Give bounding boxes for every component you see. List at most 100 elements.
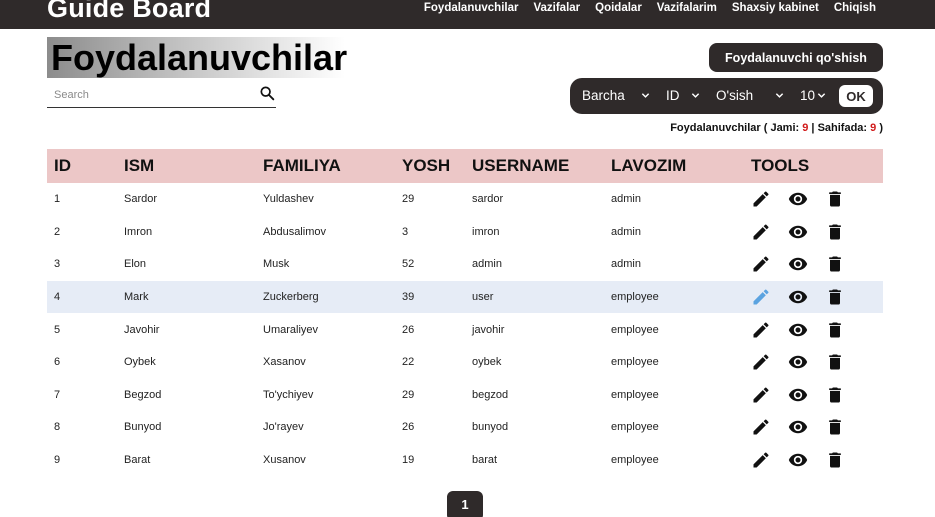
- search-bar: [47, 84, 276, 108]
- eye-icon[interactable]: [788, 417, 808, 437]
- chevron-down-icon: [691, 93, 700, 98]
- table-row[interactable]: 7 Begzod To'ychiyev 29 begzod employee: [47, 379, 883, 412]
- cell-tools: [744, 313, 883, 346]
- row-tools: [751, 320, 883, 340]
- cell-familiya: Xasanov: [263, 356, 306, 369]
- search-icon[interactable]: [259, 85, 275, 101]
- pencil-icon[interactable]: [751, 222, 771, 242]
- eye-icon[interactable]: [788, 287, 808, 307]
- pencil-icon[interactable]: [751, 254, 771, 274]
- pencil-icon[interactable]: [751, 320, 771, 340]
- add-user-button[interactable]: Foydalanuvchi qo'shish: [709, 43, 883, 72]
- pagination-page-button[interactable]: 1: [447, 491, 483, 517]
- users-table-wrap: ID ISM FAMILIYA YOSH USERNAME LAVOZIM TO…: [47, 149, 883, 476]
- ok-button[interactable]: OK: [839, 85, 873, 107]
- row-tools: [751, 450, 883, 470]
- eye-icon[interactable]: [788, 189, 808, 209]
- nav-link-vazifalar[interactable]: Vazifalar: [533, 2, 580, 14]
- role-select-value: Barcha: [582, 88, 625, 103]
- cell-yosh: 22: [402, 356, 415, 369]
- eye-icon[interactable]: [788, 352, 808, 372]
- row-tools: [751, 189, 883, 209]
- cell-ism: Oybek: [124, 356, 156, 369]
- cell-lavozim: admin: [611, 258, 641, 271]
- cell-ism: Barat: [124, 454, 151, 467]
- sort-field-value: ID: [666, 88, 680, 103]
- nav-link-vazifalarim[interactable]: Vazifalarim: [657, 2, 717, 14]
- search-input[interactable]: [47, 86, 247, 104]
- cell-username: imron: [472, 225, 500, 238]
- pencil-icon[interactable]: [751, 352, 771, 372]
- table-row[interactable]: 4 Mark Zuckerberg 39 user employee: [47, 280, 883, 314]
- pencil-icon[interactable]: [751, 189, 771, 209]
- nav-link-qoidalar[interactable]: Qoidalar: [595, 2, 642, 14]
- cell-id: 7: [54, 388, 61, 401]
- cell-yosh: 39: [402, 291, 415, 304]
- page-size-select[interactable]: 10: [800, 88, 830, 104]
- table-row[interactable]: 6 Oybek Xasanov 22 oybek employee: [47, 346, 883, 379]
- trash-icon[interactable]: [825, 385, 845, 405]
- pencil-icon[interactable]: [751, 450, 771, 470]
- eye-icon[interactable]: [788, 222, 808, 242]
- header-username: USERNAME: [472, 156, 570, 175]
- row-tools: [751, 417, 883, 437]
- nav-link-shaxsiy-kabinet[interactable]: Shaxsiy kabinet: [732, 2, 819, 14]
- eye-icon[interactable]: [788, 385, 808, 405]
- eye-icon[interactable]: [788, 320, 808, 340]
- trash-icon[interactable]: [825, 320, 845, 340]
- chevron-down-icon: [775, 93, 784, 98]
- brand-logo[interactable]: Guide Board: [47, 0, 211, 24]
- eye-icon[interactable]: [788, 450, 808, 470]
- cell-tools: [744, 444, 883, 477]
- trash-icon[interactable]: [825, 222, 845, 242]
- row-tools: [751, 287, 883, 307]
- nav-link-foydalanuvchilar[interactable]: Foydalanuvchilar: [424, 2, 519, 14]
- cell-lavozim: employee: [611, 454, 659, 467]
- trash-icon[interactable]: [825, 417, 845, 437]
- cell-familiya: Xusanov: [263, 454, 306, 467]
- trash-icon[interactable]: [825, 189, 845, 209]
- cell-yosh: 3: [402, 225, 409, 238]
- page-title: Foydalanuvchilar: [47, 37, 347, 78]
- table-row[interactable]: 5 Javohir Umaraliyev 26 javohir employee: [47, 313, 883, 346]
- trash-icon[interactable]: [825, 254, 845, 274]
- sort-order-select[interactable]: O'sish: [716, 88, 786, 104]
- cell-username: barat: [472, 454, 498, 467]
- trash-icon[interactable]: [825, 352, 845, 372]
- table-row[interactable]: 8 Bunyod Jo'rayev 26 bunyod employee: [47, 411, 883, 444]
- role-select[interactable]: Barcha: [582, 88, 652, 104]
- pencil-icon[interactable]: [751, 287, 771, 307]
- cell-id: 9: [54, 454, 61, 467]
- header-id: ID: [54, 156, 71, 175]
- cell-yosh: 29: [402, 193, 415, 206]
- cell-yosh: 29: [402, 388, 415, 401]
- users-table: ID ISM FAMILIYA YOSH USERNAME LAVOZIM TO…: [47, 149, 883, 476]
- cell-familiya: Umaraliyev: [263, 323, 319, 336]
- top-navbar: Guide Board Foydalanuvchilar Vazifalar Q…: [0, 0, 935, 29]
- cell-familiya: Zuckerberg: [263, 291, 319, 304]
- cell-username: bunyod: [472, 421, 509, 434]
- table-row[interactable]: 1 Sardor Yuldashev 29 sardor admin: [47, 183, 883, 216]
- cell-id: 3: [54, 258, 61, 271]
- cell-username: user: [472, 291, 494, 304]
- cell-tools: [744, 379, 883, 412]
- table-row[interactable]: 9 Barat Xusanov 19 barat employee: [47, 444, 883, 477]
- trash-icon[interactable]: [825, 450, 845, 470]
- cell-username: admin: [472, 258, 502, 271]
- cell-yosh: 52: [402, 258, 415, 271]
- cell-id: 6: [54, 356, 61, 369]
- sort-field-select[interactable]: ID: [666, 88, 706, 104]
- chevron-down-icon: [817, 93, 826, 98]
- table-row[interactable]: 3 Elon Musk 52 admin admin: [47, 248, 883, 281]
- pencil-icon[interactable]: [751, 385, 771, 405]
- trash-icon[interactable]: [825, 287, 845, 307]
- header-tools: TOOLS: [751, 156, 810, 175]
- cell-tools: [744, 248, 883, 281]
- cell-ism: Javohir: [124, 323, 160, 336]
- eye-icon[interactable]: [788, 254, 808, 274]
- nav-link-chiqish[interactable]: Chiqish: [834, 2, 876, 14]
- summary-suffix: ): [876, 122, 883, 134]
- table-row[interactable]: 2 Imron Abdusalimov 3 imron admin: [47, 216, 883, 249]
- pencil-icon[interactable]: [751, 417, 771, 437]
- row-tools: [751, 352, 883, 372]
